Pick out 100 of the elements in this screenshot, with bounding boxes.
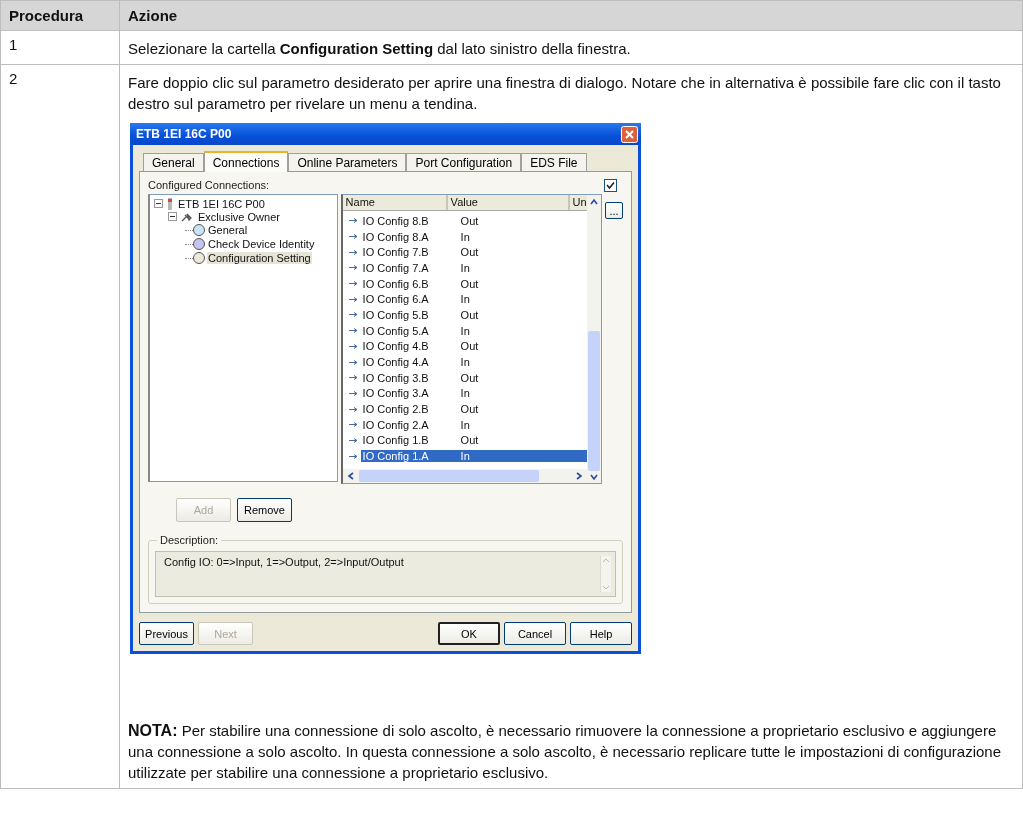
arrow-icon bbox=[348, 390, 357, 396]
column-header: Procedura bbox=[9, 7, 84, 24]
arrow-icon bbox=[348, 296, 357, 302]
tree-item[interactable]: General bbox=[207, 224, 249, 236]
parameter-value: Out bbox=[460, 246, 479, 259]
list-row[interactable]: IO Config 4.A In bbox=[360, 356, 588, 369]
parameter-value: Out bbox=[460, 371, 479, 384]
parameter-name: IO Config 4.B bbox=[362, 340, 430, 353]
list-row[interactable]: IO Config 8.A In bbox=[360, 230, 588, 243]
arrow-icon bbox=[348, 218, 357, 224]
parameter-name: IO Config 6.A bbox=[362, 293, 430, 306]
parameter-name: IO Config 1.B bbox=[362, 434, 430, 447]
tab[interactable]: EDS File bbox=[521, 153, 587, 171]
arrow-icon bbox=[348, 312, 357, 318]
list-row[interactable]: IO Config 6.A In bbox=[360, 293, 588, 306]
nav-button[interactable]: Previous bbox=[139, 622, 194, 645]
parameter-value: In bbox=[460, 387, 470, 400]
list-row[interactable]: IO Config 8.B Out bbox=[360, 214, 588, 227]
tree-item[interactable]: Check Device Identity bbox=[207, 238, 316, 250]
parameter-name: IO Config 5.B bbox=[362, 308, 430, 321]
parameter-value: In bbox=[460, 293, 470, 306]
parameter-value: Out bbox=[460, 403, 479, 416]
tree-item[interactable]: Configuration Setting bbox=[207, 252, 312, 264]
description-text: Config IO: 0=>Input, 1=>Output, 2=>Input/Output bbox=[164, 556, 404, 570]
parameter-value: Out bbox=[460, 308, 479, 321]
dialog-button[interactable]: Help bbox=[570, 622, 632, 645]
arrow-icon bbox=[348, 249, 357, 255]
parameter-value: In bbox=[460, 261, 470, 274]
arrow-icon bbox=[348, 281, 357, 287]
arrow-icon bbox=[348, 375, 357, 381]
note-text: NOTA: Per stabilire una connessione di solo ascolto, è necessario rimuovere la connessione a proprietario esclusivo e aggiungere una connessione a solo ascolto. In questa connessione a solo ascolto, è necessario replicare tutte le impostazioni di configurazione utilizzate per stabilire una connessione a proprietario esclusivo. bbox=[128, 721, 1003, 783]
checkbox[interactable] bbox=[604, 178, 617, 192]
parameter-name: IO Config 8.A bbox=[362, 230, 430, 243]
parameter-name: IO Config 4.A bbox=[362, 356, 430, 369]
arrow-icon bbox=[348, 328, 357, 334]
list-row[interactable]: IO Config 1.B Out bbox=[360, 434, 588, 447]
parameter-name: IO Config 2.A bbox=[362, 418, 430, 431]
list-row[interactable]: IO Config 5.B Out bbox=[360, 308, 588, 321]
step-instruction: Fare doppio clic sul parametro desiderato per aprire una finestra di dialogo. Notare che in alternativa è possibile fare clic con il tasto destro sul parametro per rivelare un menu a tendina. bbox=[128, 73, 1002, 114]
parameter-name: IO Config 3.B bbox=[362, 371, 430, 384]
tree-item[interactable]: Exclusive Owner bbox=[197, 210, 281, 223]
column-header[interactable]: Name bbox=[342, 195, 448, 210]
parameter-name: IO Config 2.B bbox=[362, 403, 430, 416]
parameter-value: In bbox=[460, 356, 470, 369]
more-button[interactable]: ... bbox=[605, 202, 623, 219]
parameter-value: Out bbox=[460, 340, 479, 353]
close-icon[interactable] bbox=[621, 125, 638, 143]
arrow-icon bbox=[348, 265, 357, 271]
list-row[interactable]: IO Config 7.A In bbox=[360, 261, 588, 274]
horizontal-scrollbar[interactable] bbox=[342, 469, 588, 483]
column-header[interactable]: Value bbox=[447, 195, 570, 210]
action-button[interactable]: Remove bbox=[237, 498, 292, 522]
tab[interactable]: Online Parameters bbox=[288, 153, 407, 171]
parameter-name: IO Config 8.B bbox=[362, 214, 430, 227]
list-row[interactable]: IO Config 2.B Out bbox=[360, 403, 588, 416]
collapse-icon[interactable] bbox=[154, 199, 163, 208]
list-row[interactable]: IO Config 1.A In bbox=[360, 450, 588, 463]
arrow-icon bbox=[348, 234, 357, 240]
arrow-icon bbox=[348, 437, 357, 443]
arrow-icon bbox=[348, 343, 357, 349]
arrow-icon bbox=[348, 359, 357, 365]
parameter-value: In bbox=[460, 324, 470, 337]
dialog-button[interactable]: Cancel bbox=[504, 622, 566, 645]
section-label: Configured Connections: bbox=[148, 179, 270, 191]
tab[interactable]: General bbox=[143, 153, 204, 171]
column-header: Azione bbox=[128, 7, 178, 24]
arrow-icon bbox=[348, 422, 357, 428]
device-icon bbox=[167, 197, 173, 210]
step-number: 2 bbox=[9, 70, 18, 87]
group-label: Description: bbox=[157, 534, 222, 546]
parameter-value: In bbox=[460, 230, 470, 243]
arrow-icon bbox=[348, 453, 357, 459]
tree-item[interactable]: ETB 1EI 16C P00 bbox=[177, 197, 266, 210]
parameter-value: In bbox=[460, 418, 470, 431]
parameter-name: IO Config 6.B bbox=[362, 277, 430, 290]
step-instruction: Selezionare la cartella Configuration Setting dal lato sinistro della finestra. bbox=[128, 39, 632, 59]
dialog-button[interactable]: OK bbox=[438, 622, 500, 645]
parameter-value: In bbox=[460, 450, 470, 463]
parameter-value: Out bbox=[460, 434, 479, 447]
column-header[interactable]: Un bbox=[569, 195, 588, 210]
list-row[interactable]: IO Config 4.B Out bbox=[360, 340, 588, 353]
collapse-icon[interactable] bbox=[168, 212, 177, 221]
list-row[interactable]: IO Config 3.A In bbox=[360, 387, 588, 400]
list-row[interactable]: IO Config 2.A In bbox=[360, 418, 588, 431]
window-title: ETB 1EI 16C P00 bbox=[136, 127, 232, 141]
step-number: 1 bbox=[9, 36, 18, 53]
list-row[interactable]: IO Config 3.B Out bbox=[360, 371, 588, 384]
list-row[interactable]: IO Config 6.B Out bbox=[360, 277, 588, 290]
parameter-value: Out bbox=[460, 214, 479, 227]
vertical-scrollbar[interactable] bbox=[587, 195, 602, 483]
tab[interactable]: Connections bbox=[203, 151, 289, 172]
parameter-value: Out bbox=[460, 277, 479, 290]
parameter-name: IO Config 5.A bbox=[362, 324, 430, 337]
parameter-name: IO Config 7.B bbox=[362, 246, 430, 259]
parameter-name: IO Config 3.A bbox=[362, 387, 430, 400]
tab[interactable]: Port Configuration bbox=[406, 153, 522, 171]
parameter-name: IO Config 1.A bbox=[362, 450, 430, 463]
list-row[interactable]: IO Config 7.B Out bbox=[360, 246, 588, 259]
list-row[interactable]: IO Config 5.A In bbox=[360, 324, 588, 337]
arrow-icon bbox=[348, 406, 357, 412]
